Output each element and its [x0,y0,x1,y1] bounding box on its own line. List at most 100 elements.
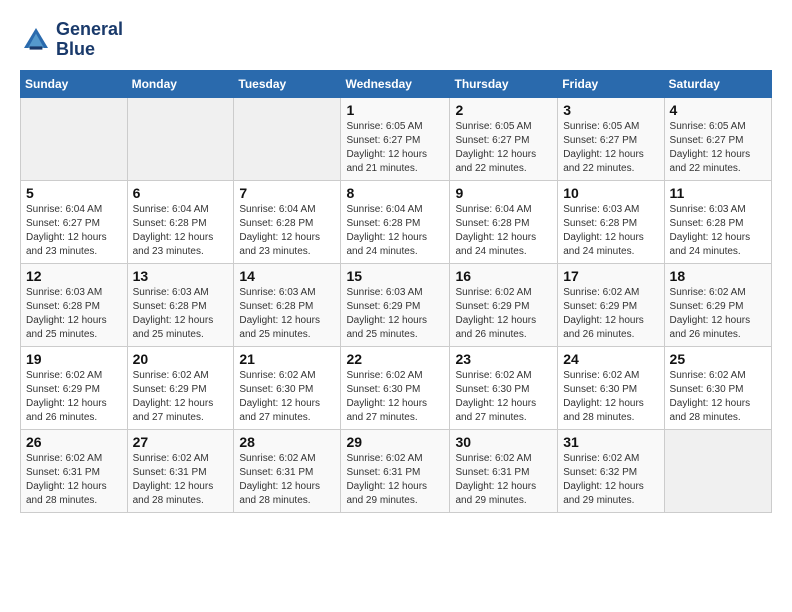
day-info: Sunrise: 6:02 AMSunset: 6:29 PMDaylight:… [455,286,552,342]
day-number: 8 [346,185,444,201]
calendar-cell: 25 Sunrise: 6:02 AMSunset: 6:30 PMDaylig… [664,346,771,429]
day-info: Sunrise: 6:02 AMSunset: 6:31 PMDaylight:… [26,452,122,508]
day-number: 10 [563,185,658,201]
calendar-cell: 6 Sunrise: 6:04 AMSunset: 6:28 PMDayligh… [127,180,234,263]
calendar-cell: 21 Sunrise: 6:02 AMSunset: 6:30 PMDaylig… [234,346,341,429]
day-info: Sunrise: 6:03 AMSunset: 6:28 PMDaylight:… [239,286,335,342]
calendar-cell: 14 Sunrise: 6:03 AMSunset: 6:28 PMDaylig… [234,263,341,346]
day-number: 4 [670,102,766,118]
day-info: Sunrise: 6:03 AMSunset: 6:29 PMDaylight:… [346,286,444,342]
day-info: Sunrise: 6:02 AMSunset: 6:31 PMDaylight:… [346,452,444,508]
column-header-saturday: Saturday [664,70,771,97]
day-number: 3 [563,102,658,118]
day-info: Sunrise: 6:05 AMSunset: 6:27 PMDaylight:… [346,120,444,176]
week-row-1: 5 Sunrise: 6:04 AMSunset: 6:27 PMDayligh… [21,180,772,263]
day-number: 1 [346,102,444,118]
calendar-table: SundayMondayTuesdayWednesdayThursdayFrid… [20,70,772,513]
column-header-wednesday: Wednesday [341,70,450,97]
day-number: 17 [563,268,658,284]
day-info: Sunrise: 6:02 AMSunset: 6:31 PMDaylight:… [455,452,552,508]
day-number: 6 [133,185,229,201]
day-number: 24 [563,351,658,367]
day-info: Sunrise: 6:02 AMSunset: 6:31 PMDaylight:… [239,452,335,508]
calendar-cell [127,97,234,180]
calendar-cell: 1 Sunrise: 6:05 AMSunset: 6:27 PMDayligh… [341,97,450,180]
day-number: 19 [26,351,122,367]
logo: General Blue [20,20,123,60]
calendar-cell [664,429,771,512]
day-info: Sunrise: 6:03 AMSunset: 6:28 PMDaylight:… [670,203,766,259]
calendar-cell: 8 Sunrise: 6:04 AMSunset: 6:28 PMDayligh… [341,180,450,263]
day-number: 23 [455,351,552,367]
calendar-cell: 7 Sunrise: 6:04 AMSunset: 6:28 PMDayligh… [234,180,341,263]
calendar-cell: 27 Sunrise: 6:02 AMSunset: 6:31 PMDaylig… [127,429,234,512]
day-info: Sunrise: 6:05 AMSunset: 6:27 PMDaylight:… [455,120,552,176]
calendar-cell: 23 Sunrise: 6:02 AMSunset: 6:30 PMDaylig… [450,346,558,429]
week-row-2: 12 Sunrise: 6:03 AMSunset: 6:28 PMDaylig… [21,263,772,346]
day-info: Sunrise: 6:02 AMSunset: 6:32 PMDaylight:… [563,452,658,508]
day-number: 20 [133,351,229,367]
day-info: Sunrise: 6:03 AMSunset: 6:28 PMDaylight:… [26,286,122,342]
day-number: 5 [26,185,122,201]
column-header-friday: Friday [558,70,664,97]
day-number: 30 [455,434,552,450]
day-number: 12 [26,268,122,284]
column-header-monday: Monday [127,70,234,97]
calendar-cell: 11 Sunrise: 6:03 AMSunset: 6:28 PMDaylig… [664,180,771,263]
calendar-cell: 2 Sunrise: 6:05 AMSunset: 6:27 PMDayligh… [450,97,558,180]
day-number: 21 [239,351,335,367]
calendar-cell [234,97,341,180]
calendar-cell: 15 Sunrise: 6:03 AMSunset: 6:29 PMDaylig… [341,263,450,346]
calendar-cell: 31 Sunrise: 6:02 AMSunset: 6:32 PMDaylig… [558,429,664,512]
calendar-cell: 26 Sunrise: 6:02 AMSunset: 6:31 PMDaylig… [21,429,128,512]
calendar-cell: 28 Sunrise: 6:02 AMSunset: 6:31 PMDaylig… [234,429,341,512]
calendar-cell: 17 Sunrise: 6:02 AMSunset: 6:29 PMDaylig… [558,263,664,346]
calendar-cell: 20 Sunrise: 6:02 AMSunset: 6:29 PMDaylig… [127,346,234,429]
day-info: Sunrise: 6:02 AMSunset: 6:29 PMDaylight:… [26,369,122,425]
column-header-thursday: Thursday [450,70,558,97]
day-info: Sunrise: 6:05 AMSunset: 6:27 PMDaylight:… [563,120,658,176]
day-number: 9 [455,185,552,201]
day-info: Sunrise: 6:05 AMSunset: 6:27 PMDaylight:… [670,120,766,176]
day-number: 29 [346,434,444,450]
day-info: Sunrise: 6:02 AMSunset: 6:31 PMDaylight:… [133,452,229,508]
day-info: Sunrise: 6:04 AMSunset: 6:28 PMDaylight:… [346,203,444,259]
day-info: Sunrise: 6:04 AMSunset: 6:28 PMDaylight:… [239,203,335,259]
calendar-header-row: SundayMondayTuesdayWednesdayThursdayFrid… [21,70,772,97]
day-number: 7 [239,185,335,201]
calendar-cell: 30 Sunrise: 6:02 AMSunset: 6:31 PMDaylig… [450,429,558,512]
day-number: 16 [455,268,552,284]
logo-text: General Blue [56,20,123,60]
day-number: 25 [670,351,766,367]
day-number: 22 [346,351,444,367]
day-info: Sunrise: 6:02 AMSunset: 6:30 PMDaylight:… [239,369,335,425]
calendar-cell: 9 Sunrise: 6:04 AMSunset: 6:28 PMDayligh… [450,180,558,263]
day-number: 18 [670,268,766,284]
calendar-cell [21,97,128,180]
calendar-cell: 16 Sunrise: 6:02 AMSunset: 6:29 PMDaylig… [450,263,558,346]
day-number: 31 [563,434,658,450]
day-number: 15 [346,268,444,284]
day-number: 11 [670,185,766,201]
day-info: Sunrise: 6:04 AMSunset: 6:28 PMDaylight:… [133,203,229,259]
calendar-cell: 18 Sunrise: 6:02 AMSunset: 6:29 PMDaylig… [664,263,771,346]
day-info: Sunrise: 6:03 AMSunset: 6:28 PMDaylight:… [133,286,229,342]
calendar-cell: 19 Sunrise: 6:02 AMSunset: 6:29 PMDaylig… [21,346,128,429]
week-row-3: 19 Sunrise: 6:02 AMSunset: 6:29 PMDaylig… [21,346,772,429]
day-info: Sunrise: 6:02 AMSunset: 6:30 PMDaylight:… [563,369,658,425]
calendar-cell: 13 Sunrise: 6:03 AMSunset: 6:28 PMDaylig… [127,263,234,346]
calendar-cell: 29 Sunrise: 6:02 AMSunset: 6:31 PMDaylig… [341,429,450,512]
week-row-0: 1 Sunrise: 6:05 AMSunset: 6:27 PMDayligh… [21,97,772,180]
day-info: Sunrise: 6:03 AMSunset: 6:28 PMDaylight:… [563,203,658,259]
calendar-cell: 24 Sunrise: 6:02 AMSunset: 6:30 PMDaylig… [558,346,664,429]
day-number: 2 [455,102,552,118]
day-info: Sunrise: 6:02 AMSunset: 6:30 PMDaylight:… [346,369,444,425]
day-info: Sunrise: 6:02 AMSunset: 6:29 PMDaylight:… [670,286,766,342]
calendar-cell: 10 Sunrise: 6:03 AMSunset: 6:28 PMDaylig… [558,180,664,263]
column-header-tuesday: Tuesday [234,70,341,97]
logo-icon [20,24,52,56]
calendar-cell: 12 Sunrise: 6:03 AMSunset: 6:28 PMDaylig… [21,263,128,346]
day-number: 14 [239,268,335,284]
day-info: Sunrise: 6:02 AMSunset: 6:29 PMDaylight:… [563,286,658,342]
day-info: Sunrise: 6:02 AMSunset: 6:30 PMDaylight:… [455,369,552,425]
